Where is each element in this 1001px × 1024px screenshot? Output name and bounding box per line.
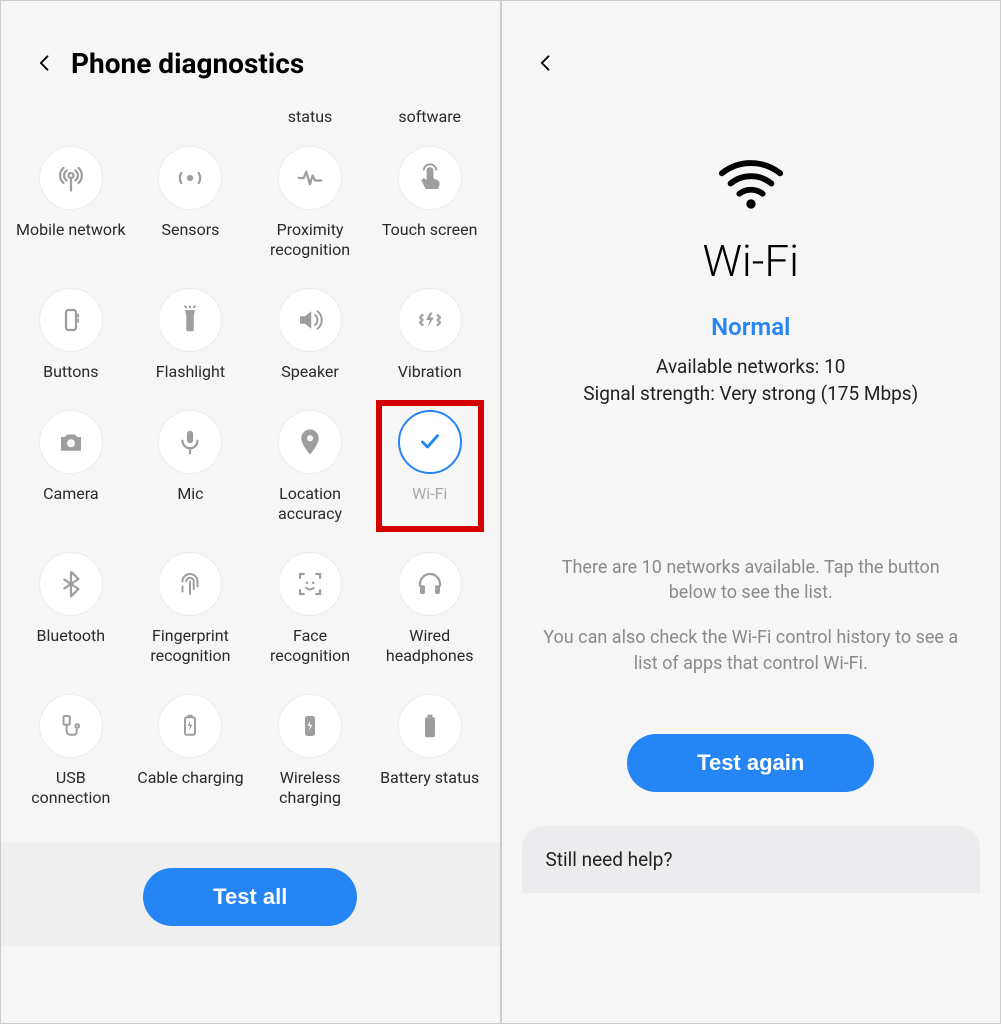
footer: Test all: [1, 842, 500, 946]
diag-proximity[interactable]: Proximity recognition: [250, 146, 370, 260]
battery-icon: [398, 694, 462, 758]
diag-cable-charging[interactable]: Cable charging: [131, 694, 251, 808]
diag-wireless-charging[interactable]: Wireless charging: [250, 694, 370, 808]
diagnostics-list-panel: Phone diagnostics status software Mobile…: [0, 0, 501, 1024]
flashlight-icon: [158, 288, 222, 352]
test-again-button[interactable]: Test again: [627, 734, 874, 792]
back-button[interactable]: [526, 43, 566, 83]
phone-buttons-icon: [39, 288, 103, 352]
diag-wifi[interactable]: Wi-Fi: [370, 410, 490, 524]
camera-icon: [39, 410, 103, 474]
sensors-icon: [158, 146, 222, 210]
proximity-icon: [278, 146, 342, 210]
diag-mic[interactable]: Mic: [131, 410, 251, 524]
diag-label: Touch screen: [382, 220, 478, 240]
signal-strength: Signal strength: Very strong (175 Mbps): [583, 382, 918, 405]
partial-label: [11, 107, 131, 126]
bluetooth-icon: [39, 552, 103, 616]
diagnostics-grid: Mobile network Sensors Proximity recogni…: [1, 146, 500, 808]
partial-label: software: [370, 107, 490, 126]
diag-touch[interactable]: Touch screen: [370, 146, 490, 260]
diag-vibration[interactable]: Vibration: [370, 288, 490, 382]
wifi-detail-panel: Wi-Fi Normal Available networks: 10 Sign…: [501, 0, 1001, 1024]
help-text: Still need help?: [546, 848, 673, 871]
test-all-button[interactable]: Test all: [143, 868, 357, 926]
diag-label: Wireless charging: [255, 768, 365, 808]
speaker-icon: [278, 288, 342, 352]
vibration-icon: [398, 288, 462, 352]
location-icon: [278, 410, 342, 474]
diag-label: Battery status: [380, 768, 479, 788]
button-wrap: Test again: [627, 734, 874, 792]
header: [502, 1, 1001, 107]
check-icon: [398, 410, 462, 474]
hint-text-1: There are 10 networks available. Tap the…: [542, 555, 961, 605]
diag-label: Face recognition: [255, 626, 365, 666]
available-networks: Available networks: 10: [656, 355, 845, 378]
headphones-icon: [398, 552, 462, 616]
usb-icon: [39, 694, 103, 758]
mic-icon: [158, 410, 222, 474]
diag-label: Wi-Fi: [412, 484, 447, 504]
diag-label: Mobile network: [16, 220, 126, 240]
diag-label: Flashlight: [156, 362, 225, 382]
diag-label: Vibration: [398, 362, 462, 382]
diag-battery[interactable]: Battery status: [370, 694, 490, 808]
hint-text-2: You can also check the Wi-Fi control his…: [542, 625, 961, 675]
diag-label: Speaker: [281, 362, 339, 382]
diag-buttons[interactable]: Buttons: [11, 288, 131, 382]
diag-label: Camera: [43, 484, 98, 504]
antenna-icon: [39, 146, 103, 210]
status-text: Normal: [711, 313, 790, 341]
wireless-charging-icon: [278, 694, 342, 758]
back-button[interactable]: [25, 43, 65, 83]
diag-flashlight[interactable]: Flashlight: [131, 288, 251, 382]
detail-content: Wi-Fi Normal Available networks: 10 Sign…: [502, 107, 1001, 792]
partial-label-row: status software: [1, 107, 500, 146]
fingerprint-icon: [158, 552, 222, 616]
page-title: Phone diagnostics: [71, 47, 304, 80]
diag-label: Mic: [177, 484, 203, 504]
diag-label: Wired headphones: [375, 626, 485, 666]
diag-usb[interactable]: USB connection: [11, 694, 131, 808]
help-card[interactable]: Still need help?: [522, 826, 981, 893]
diag-fingerprint[interactable]: Fingerprint recognition: [131, 552, 251, 666]
detail-title: Wi-Fi: [702, 235, 799, 287]
diag-label: Fingerprint recognition: [135, 626, 245, 666]
touch-icon: [398, 146, 462, 210]
wifi-icon: [711, 155, 791, 215]
diag-location[interactable]: Location accuracy: [250, 410, 370, 524]
diag-face[interactable]: Face recognition: [250, 552, 370, 666]
diag-label: Proximity recognition: [255, 220, 365, 260]
partial-label: status: [250, 107, 370, 126]
diag-sensors[interactable]: Sensors: [131, 146, 251, 260]
cable-charging-icon: [158, 694, 222, 758]
chevron-left-icon: [536, 53, 556, 73]
chevron-left-icon: [35, 53, 55, 73]
diag-camera[interactable]: Camera: [11, 410, 131, 524]
diag-headphones[interactable]: Wired headphones: [370, 552, 490, 666]
face-icon: [278, 552, 342, 616]
diag-label: Sensors: [161, 220, 219, 240]
diag-label: Cable charging: [137, 768, 243, 788]
diag-speaker[interactable]: Speaker: [250, 288, 370, 382]
diag-label: Bluetooth: [37, 626, 106, 646]
header: Phone diagnostics: [1, 1, 500, 107]
diag-label: Location accuracy: [255, 484, 365, 524]
partial-label: [131, 107, 251, 126]
diag-bluetooth[interactable]: Bluetooth: [11, 552, 131, 666]
diag-label: USB connection: [16, 768, 126, 808]
diag-label: Buttons: [43, 362, 98, 382]
diag-mobile-network[interactable]: Mobile network: [11, 146, 131, 260]
